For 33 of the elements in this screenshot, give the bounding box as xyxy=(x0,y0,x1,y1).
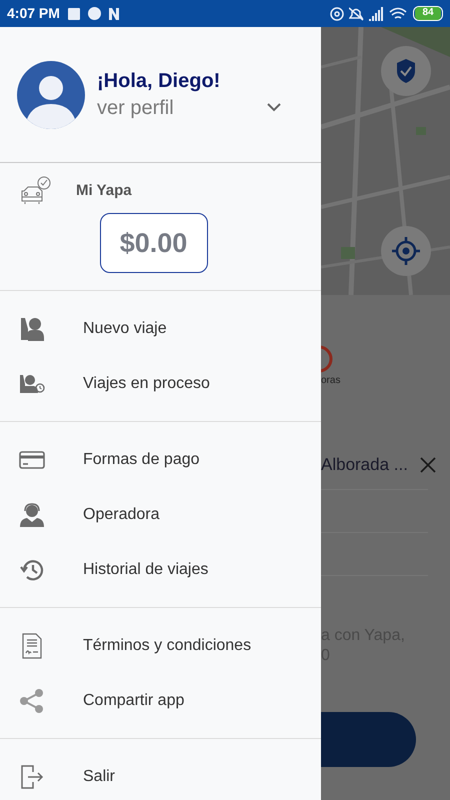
exit-icon xyxy=(19,764,45,790)
hotspot-icon xyxy=(330,6,344,20)
menu-item[interactable]: Operadora xyxy=(0,487,321,542)
category-label: oras xyxy=(321,375,342,387)
destination-text: Alborada ... xyxy=(321,454,409,476)
app-notification-icon xyxy=(68,8,80,20)
wallet-balance: $0.00 xyxy=(100,213,208,273)
menu-item[interactable]: Términos y condiciones xyxy=(0,618,321,673)
menu-item[interactable]: Viajes en proceso xyxy=(0,356,321,411)
menu-item[interactable]: Formas de pago xyxy=(0,432,321,487)
shield-button[interactable] xyxy=(380,45,432,97)
action-button[interactable] xyxy=(321,712,416,767)
menu-item[interactable]: Salir xyxy=(0,749,321,800)
battery-icon: 84 xyxy=(413,6,443,21)
wifi-icon xyxy=(389,7,407,20)
share-icon xyxy=(19,688,45,714)
signal-icon xyxy=(369,6,383,20)
menu-item[interactable]: Nuevo viaje xyxy=(0,301,321,356)
menu-item[interactable]: Historial de viajes xyxy=(0,542,321,597)
chevron-down-icon[interactable] xyxy=(267,103,281,112)
status-time: 4:07 PM xyxy=(7,4,60,23)
menu-item[interactable]: Compartir app xyxy=(0,673,321,728)
greeting-text: ¡Hola, Diego! xyxy=(97,68,222,94)
close-icon[interactable] xyxy=(420,457,436,473)
app-notification-icon xyxy=(108,8,119,20)
headset-person-icon xyxy=(19,502,45,528)
raised-hand-person-icon xyxy=(19,316,45,342)
muted-bell-icon xyxy=(349,6,364,20)
locate-button[interactable] xyxy=(380,225,432,277)
profile-link[interactable]: ver perfil xyxy=(97,94,267,122)
wallet-title: Mi Yapa xyxy=(76,180,132,201)
app-notification-icon xyxy=(88,7,101,20)
avatar-icon xyxy=(17,60,85,128)
